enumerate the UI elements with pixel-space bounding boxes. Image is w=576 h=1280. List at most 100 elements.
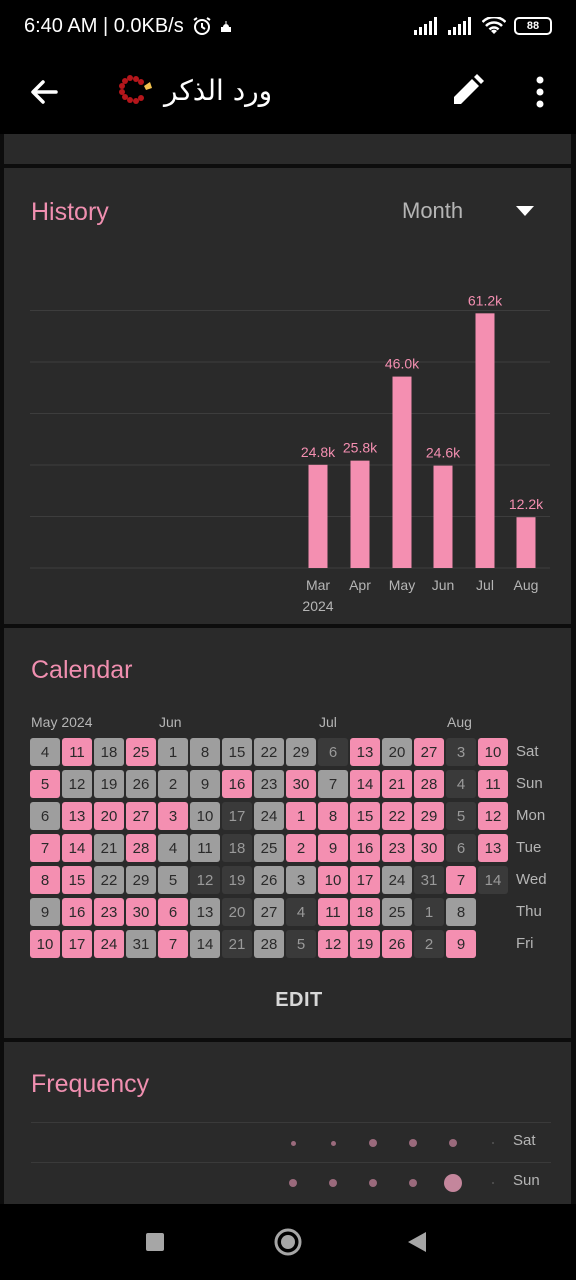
calendar-day[interactable]: 25 xyxy=(254,834,284,862)
calendar-day[interactable]: 16 xyxy=(222,770,252,798)
calendar-day[interactable]: 18 xyxy=(350,898,380,926)
calendar-day[interactable]: 9 xyxy=(318,834,348,862)
calendar-day[interactable]: 10 xyxy=(318,866,348,894)
calendar-day[interactable]: 7 xyxy=(158,930,188,958)
calendar-day[interactable]: 25 xyxy=(126,738,156,766)
calendar-day[interactable]: 13 xyxy=(190,898,220,926)
calendar-day[interactable]: 15 xyxy=(222,738,252,766)
calendar-day[interactable]: 8 xyxy=(30,866,60,894)
calendar-day[interactable]: 23 xyxy=(254,770,284,798)
calendar-day[interactable]: 23 xyxy=(382,834,412,862)
calendar-day[interactable]: 20 xyxy=(222,898,252,926)
pencil-icon[interactable] xyxy=(448,70,488,110)
calendar-day[interactable]: 16 xyxy=(350,834,380,862)
calendar-day[interactable]: 22 xyxy=(254,738,284,766)
calendar-day[interactable]: 8 xyxy=(190,738,220,766)
calendar-day[interactable]: 28 xyxy=(414,770,444,798)
calendar-day[interactable]: 21 xyxy=(222,930,252,958)
calendar-day[interactable]: 20 xyxy=(94,802,124,830)
calendar-day[interactable]: 4 xyxy=(30,738,60,766)
calendar-day[interactable]: 3 xyxy=(446,738,476,766)
calendar-day[interactable]: 29 xyxy=(414,802,444,830)
calendar-day[interactable]: 22 xyxy=(382,802,412,830)
calendar-day[interactable]: 7 xyxy=(446,866,476,894)
calendar-day[interactable]: 14 xyxy=(350,770,380,798)
calendar-day[interactable]: 9 xyxy=(190,770,220,798)
calendar-day[interactable]: 5 xyxy=(446,802,476,830)
calendar-day[interactable]: 13 xyxy=(350,738,380,766)
calendar-day[interactable]: 11 xyxy=(62,738,92,766)
calendar-day[interactable]: 14 xyxy=(62,834,92,862)
calendar-day[interactable]: 7 xyxy=(318,770,348,798)
calendar-day[interactable]: 16 xyxy=(62,898,92,926)
calendar-day[interactable]: 17 xyxy=(62,930,92,958)
calendar-day[interactable]: 6 xyxy=(446,834,476,862)
calendar-day[interactable]: 6 xyxy=(318,738,348,766)
calendar-day[interactable]: 3 xyxy=(158,802,188,830)
calendar-day[interactable]: 5 xyxy=(286,930,316,958)
more-vert-icon[interactable] xyxy=(526,72,554,112)
calendar-day[interactable]: 30 xyxy=(126,898,156,926)
calendar-day[interactable]: 17 xyxy=(222,802,252,830)
calendar-day[interactable]: 21 xyxy=(382,770,412,798)
calendar-day[interactable]: 21 xyxy=(94,834,124,862)
calendar-day[interactable]: 1 xyxy=(286,802,316,830)
calendar-day[interactable]: 31 xyxy=(126,930,156,958)
calendar-day[interactable]: 6 xyxy=(158,898,188,926)
calendar-day[interactable]: 31 xyxy=(414,866,444,894)
calendar-day[interactable]: 19 xyxy=(222,866,252,894)
content-scroll[interactable]: History Month 24.8k Mar 25.8k Apr 46.0k May 24… xyxy=(0,134,576,1204)
calendar-day[interactable]: 24 xyxy=(94,930,124,958)
calendar-day[interactable]: 29 xyxy=(286,738,316,766)
calendar-day[interactable]: 2 xyxy=(158,770,188,798)
calendar-day[interactable]: 11 xyxy=(190,834,220,862)
calendar-day[interactable]: 4 xyxy=(286,898,316,926)
calendar-day[interactable]: 4 xyxy=(158,834,188,862)
calendar-day[interactable]: 15 xyxy=(350,802,380,830)
period-dropdown[interactable]: Month xyxy=(402,198,552,228)
back-arrow-icon[interactable] xyxy=(26,74,62,110)
calendar-day[interactable]: 2 xyxy=(414,930,444,958)
calendar-day[interactable]: 12 xyxy=(318,930,348,958)
calendar-day[interactable]: 10 xyxy=(30,930,60,958)
calendar-day[interactable]: 28 xyxy=(126,834,156,862)
home-circle-icon[interactable] xyxy=(274,1228,302,1256)
calendar-day[interactable]: 24 xyxy=(382,866,412,894)
calendar-day[interactable]: 30 xyxy=(414,834,444,862)
calendar-day[interactable]: 27 xyxy=(254,898,284,926)
calendar-day[interactable]: 27 xyxy=(126,802,156,830)
calendar-day[interactable]: 14 xyxy=(190,930,220,958)
calendar-day[interactable]: 17 xyxy=(350,866,380,894)
calendar-day[interactable]: 8 xyxy=(318,802,348,830)
calendar-day[interactable]: 26 xyxy=(126,770,156,798)
calendar-day[interactable]: 13 xyxy=(62,802,92,830)
calendar-day[interactable]: 2 xyxy=(286,834,316,862)
calendar-day[interactable]: 11 xyxy=(318,898,348,926)
calendar-day[interactable]: 4 xyxy=(446,770,476,798)
calendar-day[interactable]: 20 xyxy=(382,738,412,766)
calendar-day[interactable]: 18 xyxy=(94,738,124,766)
calendar-day[interactable]: 22 xyxy=(94,866,124,894)
calendar-day[interactable]: 10 xyxy=(478,738,508,766)
calendar-day[interactable]: 6 xyxy=(30,802,60,830)
calendar-day[interactable]: 8 xyxy=(446,898,476,926)
calendar-day[interactable]: 14 xyxy=(478,866,508,894)
calendar-day[interactable]: 26 xyxy=(382,930,412,958)
calendar-day[interactable]: 5 xyxy=(158,866,188,894)
calendar-day[interactable]: 28 xyxy=(254,930,284,958)
calendar-day[interactable]: 30 xyxy=(286,770,316,798)
calendar-day[interactable]: 19 xyxy=(94,770,124,798)
calendar-day[interactable]: 5 xyxy=(30,770,60,798)
calendar-day[interactable]: 13 xyxy=(478,834,508,862)
calendar-day[interactable]: 26 xyxy=(254,866,284,894)
calendar-day[interactable]: 7 xyxy=(30,834,60,862)
calendar-day[interactable]: 11 xyxy=(478,770,508,798)
calendar-day[interactable]: 23 xyxy=(94,898,124,926)
calendar-day[interactable]: 27 xyxy=(414,738,444,766)
calendar-day[interactable]: 19 xyxy=(350,930,380,958)
calendar-day[interactable]: 15 xyxy=(62,866,92,894)
back-triangle-icon[interactable] xyxy=(406,1230,428,1254)
calendar-day[interactable]: 3 xyxy=(286,866,316,894)
calendar-day[interactable]: 9 xyxy=(446,930,476,958)
calendar-day[interactable]: 1 xyxy=(158,738,188,766)
